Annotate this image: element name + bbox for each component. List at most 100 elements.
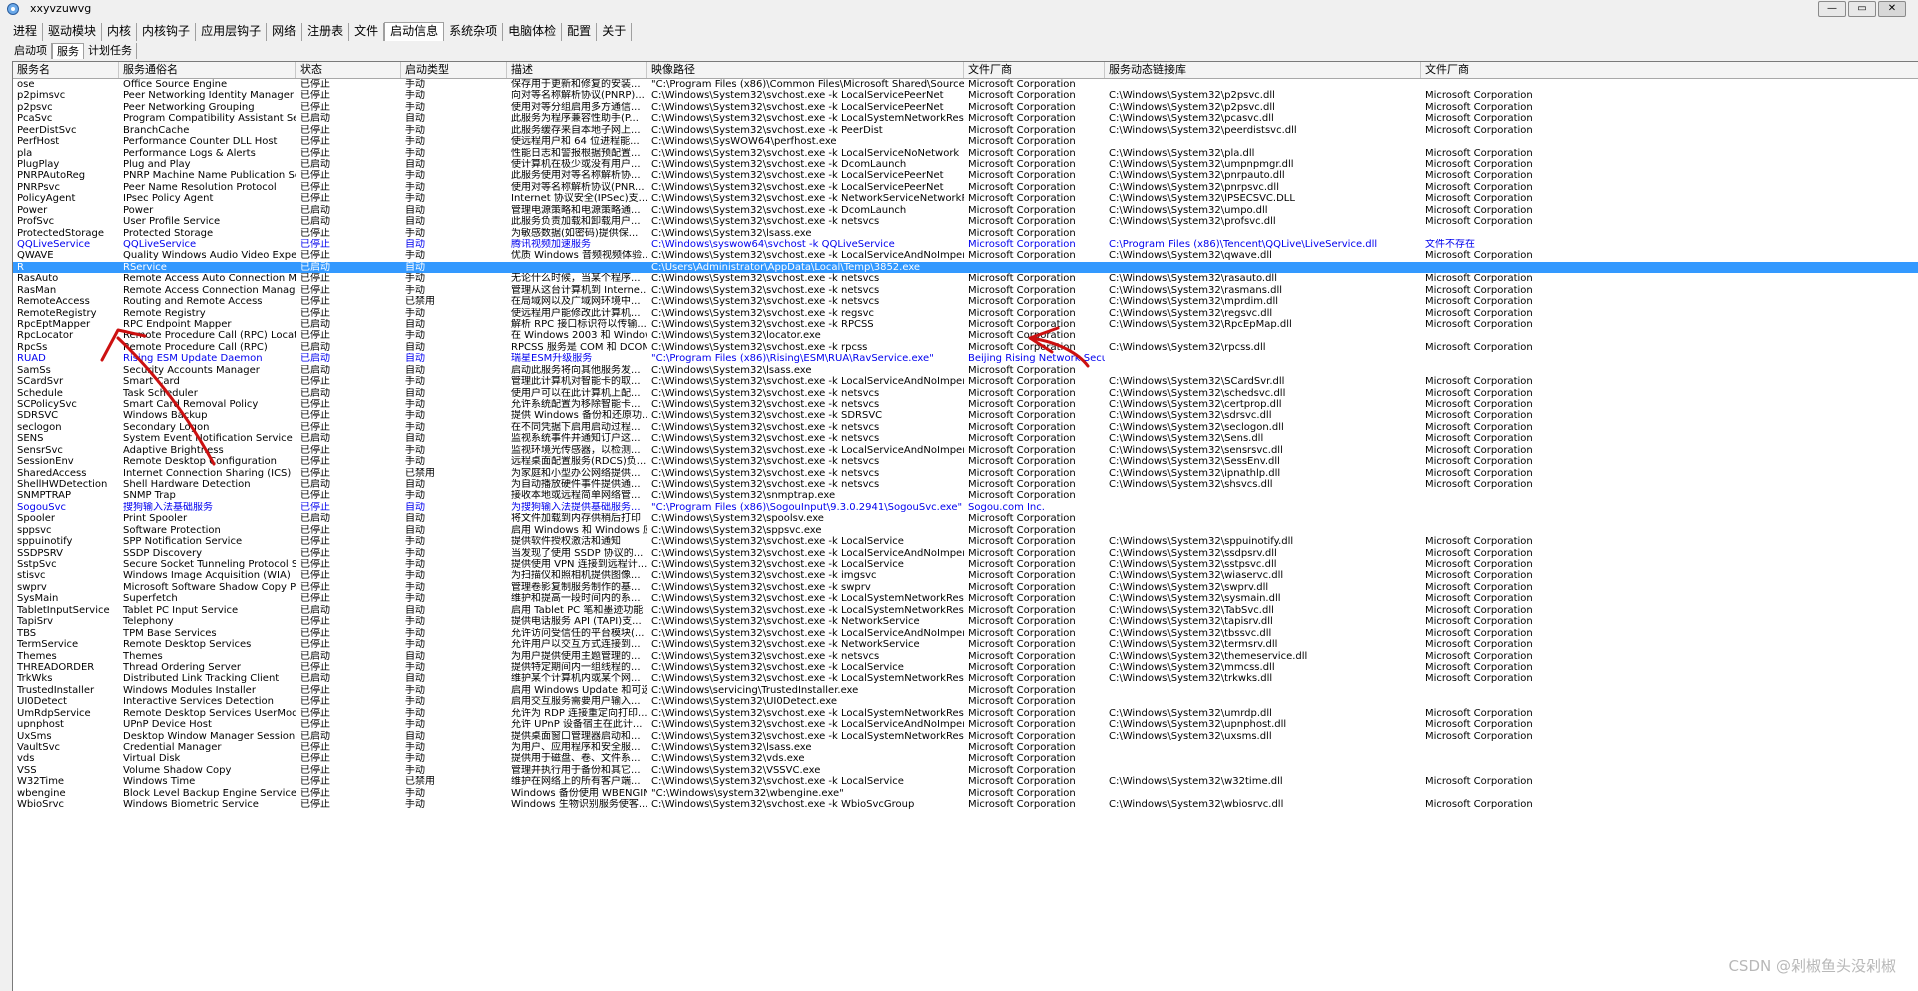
table-row[interactable]: RemoteRegistry Remote Registry 已停止 手动 使远程用户能… xyxy=(13,308,1918,319)
table-row[interactable]: PolicyAgent IPsec Policy Agent 已停止 手动 Intern… xyxy=(13,193,1918,204)
table-row[interactable]: pla Performance Logs & Alerts 已停止 手动 性能日志和警报… xyxy=(13,148,1918,159)
table-row[interactable]: RpcEptMapper RPC Endpoint Mapper 已启动 自动 解析 R… xyxy=(13,319,1918,330)
table-header: 服务名 服务通俗名 状态 启动类型 描述 映像路径 文件厂商 服务动态链接库 文件厂商 xyxy=(13,62,1918,79)
table-row[interactable]: UxSms Desktop Window Manager Session Man.… xyxy=(13,731,1918,742)
table-row[interactable]: SDRSVC Windows Backup 已停止 手动 提供 Windows 备份和还… xyxy=(13,410,1918,421)
table-row[interactable]: p2pimsvc Peer Networking Identity Manager… xyxy=(13,90,1918,101)
tab-config[interactable]: 配置 xyxy=(562,23,598,41)
table-row[interactable]: Spooler Print Spooler 已启动 自动 将文件加载到内存供稍后打印 C:… xyxy=(13,513,1918,524)
table-row[interactable]: SharedAccess Internet Connection Sharing … xyxy=(13,468,1918,479)
table-row[interactable]: TermService Remote Desktop Services 已停止 手动 允… xyxy=(13,639,1918,650)
table-row[interactable]: SENS System Event Notification Service 已启动… xyxy=(13,433,1918,444)
column-header-dll-vendor[interactable]: 文件厂商 xyxy=(1421,62,1918,78)
table-row[interactable]: ProtectedStorage Protected Storage 已停止 手动 为敏… xyxy=(13,228,1918,239)
table-row[interactable]: W32Time Windows Time 已停止 已禁用 维护在网络上的所有客户端...… xyxy=(13,776,1918,787)
table-row[interactable]: SysMain Superfetch 已停止 手动 维护和提高一段时间内的系... C:\… xyxy=(13,593,1918,604)
table-row[interactable]: swprv Microsoft Software Shadow Copy Prov… xyxy=(13,582,1918,593)
column-header-service-dll[interactable]: 服务动态链接库 xyxy=(1105,62,1421,78)
table-row[interactable]: Themes Themes 已启动 自动 为用户提供使用主题管理的... C:\Windo… xyxy=(13,651,1918,662)
subtab-startup-items[interactable]: 启动项 xyxy=(10,43,52,59)
tab-process[interactable]: 进程 xyxy=(8,23,44,41)
cell-service-dll: C:\Windows\System32\sstpsvc.dll xyxy=(1109,559,1277,571)
column-header-startup-type[interactable]: 启动类型 xyxy=(401,62,507,78)
column-header-service-name[interactable]: 服务名 xyxy=(13,62,119,78)
table-row[interactable]: RemoteAccess Routing and Remote Access 已停止… xyxy=(13,296,1918,307)
table-row[interactable]: THREADORDER Thread Ordering Server 已停止 手动 提供… xyxy=(13,662,1918,673)
table-row[interactable]: SessionEnv Remote Desktop Configuration 已停… xyxy=(13,456,1918,467)
tab-about[interactable]: 关于 xyxy=(597,23,633,41)
table-row[interactable]: RpcLocator Remote Procedure Call (RPC) Lo… xyxy=(13,330,1918,341)
column-header-image-path[interactable]: 映像路径 xyxy=(647,62,964,78)
table-row[interactable]: SCPolicySvc Smart Card Removal Policy 已停止 手… xyxy=(13,399,1918,410)
table-row[interactable]: TrustedInstaller Windows Modules Installe… xyxy=(13,685,1918,696)
table-row[interactable]: SamSs Security Accounts Manager 已启动 自动 启动此服务… xyxy=(13,365,1918,376)
service-list-table[interactable]: 服务名 服务通俗名 状态 启动类型 描述 映像路径 文件厂商 服务动态链接库 文件厂商 ose O… xyxy=(12,61,1918,991)
table-row[interactable]: VSS Volume Shadow Copy 已停止 手动 管理并执行用于备份和其它..… xyxy=(13,765,1918,776)
tab-kernel[interactable]: 内核 xyxy=(102,23,138,41)
table-row[interactable]: sppuinotify SPP Notification Service 已停止 手动… xyxy=(13,536,1918,547)
table-row[interactable]: TabletInputService Tablet PC Input Servic… xyxy=(13,605,1918,616)
table-row[interactable]: VaultSvc Credential Manager 已停止 手动 为用户、应用程序和… xyxy=(13,742,1918,753)
table-row[interactable]: p2psvc Peer Networking Grouping 已停止 手动 使用对等分… xyxy=(13,102,1918,113)
column-header-display-name[interactable]: 服务通俗名 xyxy=(119,62,296,78)
table-row[interactable]: TrkWks Distributed Link Tracking Client 已启… xyxy=(13,673,1918,684)
close-button[interactable]: ✕ xyxy=(1878,1,1906,17)
table-row[interactable]: ProfSvc User Profile Service 已启动 自动 此服务负责加载和… xyxy=(13,216,1918,227)
table-row[interactable]: TapiSrv Telephony 已停止 手动 提供电话服务 API (TAPI)支.… xyxy=(13,616,1918,627)
table-row-selected[interactable]: R RService 已启动 自动 C:\Users\Administrator\App… xyxy=(13,261,1918,273)
maximize-button[interactable]: ▭ xyxy=(1848,1,1876,17)
table-row[interactable]: SensrSvc Adaptive Brightness 已停止 手动 监视环境光传感器… xyxy=(13,445,1918,456)
table-row[interactable]: WbioSrvc Windows Biometric Service 已停止 手动 Wi… xyxy=(13,799,1918,810)
tab-driver-modules[interactable]: 驱动模块 xyxy=(43,23,103,41)
tab-app-hooks[interactable]: 应用层钩子 xyxy=(196,23,268,41)
table-row[interactable]: Schedule Task Scheduler 已启动 自动 使用户可以在此计算机上配.… xyxy=(13,388,1918,399)
tab-system-misc[interactable]: 系统杂项 xyxy=(444,23,504,41)
cell-file-vendor: Microsoft Corporation xyxy=(968,284,1076,296)
tab-pc-checkup[interactable]: 电脑体检 xyxy=(503,23,563,41)
table-row[interactable]: PlugPlay Plug and Play 已启动 自动 使计算机在极少或没有用户..… xyxy=(13,159,1918,170)
tab-startup-info[interactable]: 启动信息 xyxy=(384,22,445,41)
table-row[interactable]: ose Office Source Engine 已停止 手动 保存用于更新和修复的安装… xyxy=(13,79,1918,90)
table-row[interactable]: RUAD Rising ESM Update Daemon 已启动 自动 瑞星ESM升级… xyxy=(13,353,1918,364)
table-row[interactable]: stisvc Windows Image Acquisition (WIA) 已停止… xyxy=(13,570,1918,581)
table-row[interactable]: SogouSvc 搜狗输入法基础服务 已停止 自动 为搜狗输入法提供基础服务... "C:… xyxy=(13,502,1918,513)
subtab-scheduled-tasks[interactable]: 计划任务 xyxy=(84,43,137,59)
table-row[interactable]: Power Power 已启动 自动 管理电源策略和电源策略通... C:\Windows… xyxy=(13,205,1918,216)
tab-kernel-hooks[interactable]: 内核钩子 xyxy=(137,23,197,41)
cell-description: 此服务缓存来自本地子网上... xyxy=(511,124,641,136)
table-row[interactable]: UmRdpService Remote Desktop Services User… xyxy=(13,708,1918,719)
table-row[interactable]: PeerDistSvc BranchCache 已停止 手动 此服务缓存来自本地子网上.… xyxy=(13,125,1918,136)
table-row[interactable]: sppsvc Software Protection 已停止 自动 启用 Windows… xyxy=(13,525,1918,536)
minimize-button[interactable]: — xyxy=(1818,1,1846,17)
table-row[interactable]: PerfHost Performance Counter DLL Host 已停止 手… xyxy=(13,136,1918,147)
table-row[interactable]: upnphost UPnP Device Host 已停止 手动 允许 UPnP 设备宿… xyxy=(13,719,1918,730)
column-header-file-vendor[interactable]: 文件厂商 xyxy=(964,62,1105,78)
column-header-description[interactable]: 描述 xyxy=(507,62,647,78)
table-row[interactable]: vds Virtual Disk 已停止 手动 提供用于磁盘、卷、文件系... C:\Wi… xyxy=(13,753,1918,764)
cell-dll-vendor: Microsoft Corporation xyxy=(1425,593,1533,605)
table-row[interactable]: wbengine Block Level Backup Engine Servic… xyxy=(13,788,1918,799)
table-row[interactable]: ShellHWDetection Shell Hardware Detection… xyxy=(13,479,1918,490)
subtab-services[interactable]: 服务 xyxy=(52,43,84,59)
table-row[interactable]: RasAuto Remote Access Auto Connection Man… xyxy=(13,273,1918,284)
table-row[interactable]: SSDPSRV SSDP Discovery 已停止 手动 当发现了使用 SSDP 协议… xyxy=(13,548,1918,559)
table-row[interactable]: seclogon Secondary Logon 已停止 手动 在不同凭据下启用启动过程… xyxy=(13,422,1918,433)
tab-file[interactable]: 文件 xyxy=(349,23,385,41)
table-row[interactable]: RpcSs Remote Procedure Call (RPC) 已启动 自动 RPC… xyxy=(13,342,1918,353)
table-row[interactable]: RasMan Remote Access Connection Manager 已停… xyxy=(13,285,1918,296)
table-row[interactable]: TBS TPM Base Services 已停止 手动 允许访问受信任的平台模块(..… xyxy=(13,628,1918,639)
table-row[interactable]: PcaSvc Program Compatibility Assistant Se… xyxy=(13,113,1918,124)
table-row[interactable]: SstpSvc Secure Socket Tunneling Protocol … xyxy=(13,559,1918,570)
tab-network[interactable]: 网络 xyxy=(267,23,303,41)
cell-description: 提供软件授权激活和通知 xyxy=(511,536,621,548)
tab-registry[interactable]: 注册表 xyxy=(302,23,350,41)
cell-display-name: Print Spooler xyxy=(123,513,188,525)
table-row[interactable]: QQLiveService QQLiveService 已停止 自动 腾讯视频加速服务 C… xyxy=(13,239,1918,250)
table-row[interactable]: SNMPTRAP SNMP Trap 已停止 手动 接收本地或远程简单网络管... C:\… xyxy=(13,490,1918,501)
table-row[interactable]: SCardSvr Smart Card 已停止 手动 管理此计算机对智能卡的取... C:… xyxy=(13,376,1918,387)
column-header-status[interactable]: 状态 xyxy=(296,62,401,78)
table-row[interactable]: QWAVE Quality Windows Audio Video Experie… xyxy=(13,250,1918,261)
table-row[interactable]: UI0Detect Interactive Services Detection 已… xyxy=(13,696,1918,707)
table-row[interactable]: PNRPsvc Peer Name Resolution Protocol 已停止 手… xyxy=(13,182,1918,193)
table-row[interactable]: PNRPAutoReg PNRP Machine Name Publication… xyxy=(13,170,1918,181)
